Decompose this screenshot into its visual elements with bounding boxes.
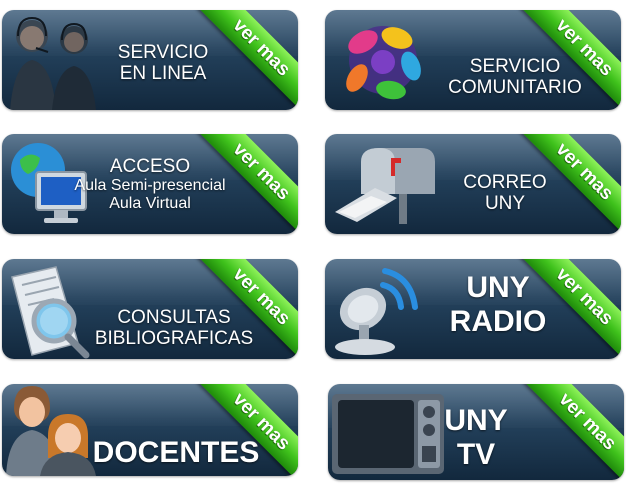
community-hands-icon: [333, 14, 433, 110]
correo-uny-button[interactable]: CORREO UNY ver mas: [325, 134, 621, 234]
docentes-label: DOCENTES: [92, 436, 260, 469]
correo-uny-label: CORREO UNY: [463, 172, 547, 215]
acceso-button[interactable]: ACCESO Aula Semi-presencial Aula Virtual…: [2, 134, 298, 234]
consultas-bibliograficas-button[interactable]: CONSULTAS BIBLIOGRAFICAS ver mas: [2, 259, 298, 359]
servicio-en-linea-label: SERVICIO EN LINEA: [117, 42, 209, 85]
uny-radio-button[interactable]: UNY RADIO ver mas: [325, 259, 621, 359]
ver-mas-ribbon[interactable]: ver mas: [522, 384, 624, 480]
servicio-en-linea-button[interactable]: SERVICIO EN LINEA ver mas: [2, 10, 298, 110]
acceso-label: ACCESO Aula Semi-presencial Aula Virtual: [74, 156, 226, 213]
mailbox-icon: [331, 142, 441, 233]
servicio-comunitario-button[interactable]: SERVICIO COMUNITARIO ver mas: [325, 10, 621, 110]
consultas-bibliograficas-label: CONSULTAS BIBLIOGRAFICAS: [94, 307, 254, 350]
docentes-button[interactable]: DOCENTES ver mas: [2, 384, 298, 476]
television-icon: [330, 390, 448, 480]
call-center-operators-icon: [8, 14, 108, 110]
satellite-dish-icon: [329, 263, 425, 359]
uny-tv-label: UNY TV: [444, 404, 508, 471]
uny-tv-button[interactable]: UNY TV ver mas: [328, 384, 624, 480]
